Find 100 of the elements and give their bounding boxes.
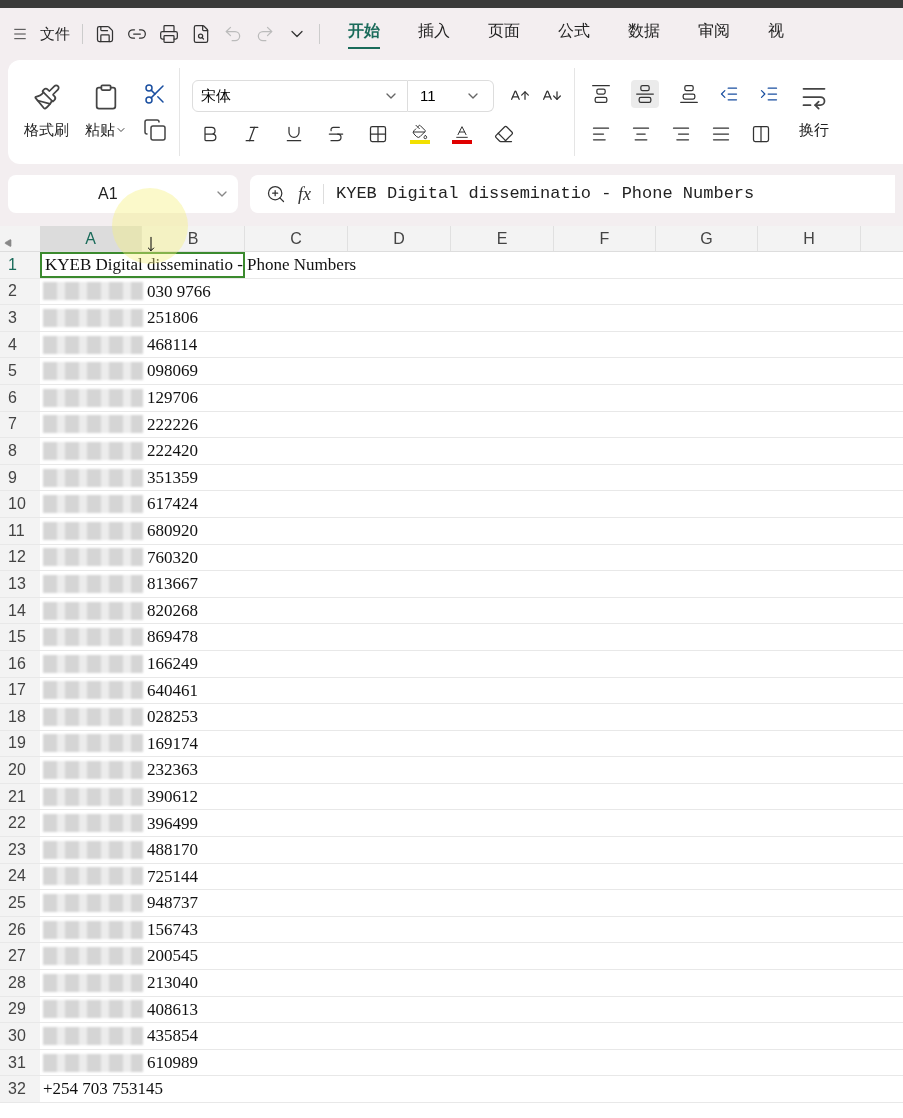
row-header[interactable]: 25 <box>0 890 40 916</box>
cell-text: 869478 <box>147 626 198 649</box>
row-header[interactable]: 29 <box>0 996 40 1023</box>
column-header[interactable]: A <box>40 226 142 251</box>
row-header[interactable]: 20 <box>0 757 40 783</box>
cell-text: 640461 <box>147 679 198 702</box>
copy-icon[interactable] <box>143 118 167 142</box>
cell-text: 468114 <box>147 333 198 356</box>
row-header[interactable]: 16 <box>0 650 40 677</box>
ribbon-tab[interactable]: 开始 <box>348 19 380 49</box>
row-header[interactable]: 4 <box>0 331 40 358</box>
menu-icon[interactable] <box>12 26 28 42</box>
column-header[interactable]: F <box>554 226 656 251</box>
cell-text: 200545 <box>147 945 198 968</box>
row-header[interactable]: 19 <box>0 730 40 757</box>
print-icon[interactable] <box>159 24 179 44</box>
row-header[interactable]: 21 <box>0 783 40 810</box>
row-header[interactable]: 26 <box>0 916 40 943</box>
cell-text: 098069 <box>147 360 198 383</box>
wrap-text-button[interactable]: 换行 <box>799 68 829 156</box>
file-menu[interactable]: 文件 <box>40 22 70 46</box>
cut-icon[interactable] <box>143 82 167 106</box>
ribbon-tab[interactable]: 数据 <box>628 19 660 49</box>
row-header[interactable]: 9 <box>0 464 40 491</box>
save-icon[interactable] <box>95 24 115 44</box>
row-header[interactable]: 14 <box>0 597 40 624</box>
cell-text: 813667 <box>147 573 198 596</box>
align-middle-icon[interactable] <box>635 84 655 104</box>
zoom-icon[interactable] <box>266 184 286 204</box>
underline-icon[interactable] <box>284 124 304 144</box>
cell-text: 725144 <box>147 865 198 888</box>
cell-text: 232363 <box>147 759 198 782</box>
row-header[interactable]: 24 <box>0 863 40 890</box>
align-top-icon[interactable] <box>591 84 611 104</box>
cell-text: +254 703 753145 <box>43 1078 164 1101</box>
paintbrush-icon[interactable] <box>32 82 61 111</box>
row-header[interactable]: 32 <box>0 1076 40 1102</box>
row-header[interactable]: 1 <box>0 252 40 278</box>
ribbon-tab[interactable]: 公式 <box>558 19 590 49</box>
row-header[interactable]: 11 <box>0 517 40 544</box>
function-label[interactable]: fx <box>298 180 311 208</box>
cell-text: 617424 <box>147 493 198 516</box>
cell-text: 610989 <box>147 1051 198 1074</box>
row-header[interactable]: 27 <box>0 943 40 970</box>
distribute-icon[interactable] <box>751 124 771 144</box>
print-preview-icon[interactable] <box>191 24 211 44</box>
column-header[interactable]: C <box>245 226 348 251</box>
ribbon-tab[interactable]: 页面 <box>488 19 520 49</box>
border-icon[interactable] <box>368 124 388 144</box>
select-all-icon[interactable] <box>4 239 12 247</box>
ribbon-tab[interactable]: 视 <box>768 19 784 49</box>
row-header[interactable]: 15 <box>0 624 40 650</box>
font-color-icon[interactable] <box>452 124 472 144</box>
cell-text: 030 9766 <box>147 280 211 303</box>
row-header[interactable]: 7 <box>0 411 40 438</box>
cell-text: 435854 <box>147 1025 198 1048</box>
row-header[interactable]: 3 <box>0 305 40 331</box>
fill-color-icon[interactable] <box>410 124 430 144</box>
cell-text: 948737 <box>147 892 198 915</box>
cell-text: 156743 <box>147 918 198 941</box>
row-header[interactable]: 12 <box>0 544 40 571</box>
row-header[interactable]: 22 <box>0 810 40 837</box>
cell-text: 222420 <box>147 440 198 463</box>
font-dropdown[interactable]: 宋体 <box>192 80 408 112</box>
column-header[interactable]: E <box>451 226 554 251</box>
cell-text: 222226 <box>147 413 198 436</box>
column-header[interactable]: G <box>656 226 758 251</box>
row-header[interactable]: 5 <box>0 358 40 384</box>
format-painter-button[interactable]: 格式刷 <box>24 82 69 142</box>
ribbon-tab[interactable]: 审阅 <box>698 19 730 49</box>
cell-text: 488170 <box>147 839 198 862</box>
cell-text: 251806 <box>147 307 198 330</box>
row-header[interactable]: 28 <box>0 970 40 996</box>
paste-button[interactable]: 粘贴 <box>85 82 127 142</box>
row-header[interactable]: 18 <box>0 704 40 730</box>
name-box[interactable]: A1 <box>8 175 238 213</box>
row-header[interactable]: 17 <box>0 677 40 704</box>
column-header[interactable]: D <box>348 226 451 251</box>
cell-text: 820268 <box>147 599 198 622</box>
ribbon-tab[interactable]: 插入 <box>418 19 450 49</box>
column-header[interactable]: B <box>142 226 245 251</box>
cell-text: 166249 <box>147 652 198 675</box>
cell-text: 169174 <box>147 732 198 755</box>
cell-text: 129706 <box>147 387 198 409</box>
row-header[interactable]: 31 <box>0 1049 40 1076</box>
align-bottom-icon[interactable] <box>679 84 699 104</box>
row-header[interactable]: 10 <box>0 491 40 517</box>
row-header[interactable]: 2 <box>0 278 40 305</box>
row-header[interactable]: 23 <box>0 837 40 863</box>
formula-bar[interactable]: fx KYEB Digital disseminatio - Phone Numbers <box>250 175 895 213</box>
row-header[interactable]: 30 <box>0 1023 40 1049</box>
eraser-icon[interactable] <box>494 124 514 144</box>
row-header[interactable]: 13 <box>0 571 40 597</box>
font-size-dropdown[interactable]: 11 <box>408 80 494 112</box>
cell-text: 028253 <box>147 706 198 729</box>
row-header[interactable]: 8 <box>0 438 40 464</box>
strikethrough-icon[interactable] <box>326 124 346 144</box>
cell-text: 351359 <box>147 466 198 489</box>
column-header[interactable]: H <box>758 226 861 251</box>
row-header[interactable]: 6 <box>0 384 40 411</box>
